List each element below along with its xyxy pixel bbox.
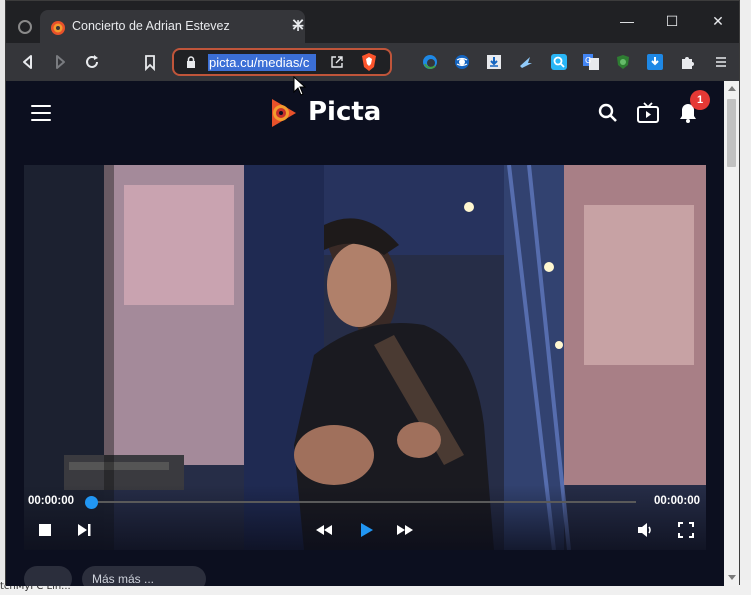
translate-icon[interactable]: G <box>583 54 599 70</box>
bookmark-icon[interactable] <box>140 52 160 72</box>
notification-badge: 1 <box>690 90 710 110</box>
tab-active[interactable]: Concierto de Adrian Estevez ✕ <box>40 10 306 43</box>
tab-strip: Concierto de Adrian Estevez ✕ + — ☐ ✕ <box>6 1 739 43</box>
shield-ext-icon[interactable] <box>615 54 631 70</box>
address-bar[interactable]: picta.cu/medias/c <box>172 48 392 76</box>
stop-icon[interactable] <box>36 521 54 539</box>
browser-toolbar: picta.cu/medias/c G <box>6 43 739 81</box>
site-logo[interactable]: Picta <box>268 95 382 131</box>
url-text[interactable]: picta.cu/medias/c <box>208 54 316 71</box>
desktop-right-edge <box>740 0 751 595</box>
tab-title: Concierto de Adrian Estevez <box>72 19 230 33</box>
new-tab-button[interactable]: + <box>288 14 308 38</box>
scroll-down-arrow-icon[interactable] <box>728 575 736 580</box>
seek-bar[interactable] <box>92 501 636 503</box>
maximize-button[interactable]: ☐ <box>657 11 687 31</box>
player-controls: 00:00:00 00:00:00 <box>24 485 706 550</box>
globe-icon[interactable] <box>454 54 470 70</box>
chip-2[interactable]: Más más ... <box>82 566 206 586</box>
current-time: 00:00:00 <box>28 495 75 507</box>
fast-forward-icon[interactable] <box>396 521 414 539</box>
menu-icon[interactable] <box>714 52 728 72</box>
lock-icon <box>187 56 195 68</box>
duration-time: 00:00:00 <box>654 495 701 507</box>
picta-favicon-icon <box>51 21 65 35</box>
hamburger-menu-icon[interactable] <box>31 105 51 121</box>
extensions-puzzle-icon[interactable] <box>679 54 695 70</box>
page-content: Picta 1 00:00:00 00:00:00 Más más ... <box>6 81 724 586</box>
close-window-button[interactable]: ✕ <box>703 11 733 31</box>
volume-icon[interactable] <box>636 521 654 539</box>
download-ext-icon[interactable] <box>647 54 663 70</box>
video-player[interactable]: 00:00:00 00:00:00 <box>24 165 706 550</box>
mouse-cursor-icon <box>293 76 307 96</box>
fullscreen-icon[interactable] <box>677 521 695 539</box>
scroll-thumb[interactable] <box>727 99 736 167</box>
search-icon[interactable] <box>597 102 619 124</box>
browser-app-icon[interactable] <box>18 20 32 34</box>
reload-icon[interactable] <box>82 52 102 72</box>
play-icon[interactable] <box>357 521 375 539</box>
tv-icon[interactable] <box>637 102 659 124</box>
download-icon[interactable] <box>486 54 502 70</box>
arrow-icon[interactable] <box>518 54 534 70</box>
minimize-button[interactable]: — <box>612 11 642 31</box>
forward-icon[interactable] <box>50 52 70 72</box>
chip-1[interactable] <box>24 566 72 586</box>
rewind-icon[interactable] <box>315 521 333 539</box>
picta-logo-icon <box>272 99 296 127</box>
page-scrollbar[interactable] <box>724 81 739 586</box>
skip-next-icon[interactable] <box>75 521 93 539</box>
edge-icon[interactable] <box>422 54 438 70</box>
seek-knob[interactable] <box>85 496 98 509</box>
brave-shield-icon[interactable] <box>360 52 378 72</box>
back-icon[interactable] <box>18 52 38 72</box>
search-ext-icon[interactable] <box>551 54 567 70</box>
site-logo-text: Picta <box>308 97 382 127</box>
open-external-icon[interactable] <box>330 55 344 69</box>
svg-text:G: G <box>585 56 591 65</box>
scroll-up-arrow-icon[interactable] <box>728 86 736 91</box>
browser-window: Concierto de Adrian Estevez ✕ + — ☐ ✕ pi… <box>5 0 740 586</box>
